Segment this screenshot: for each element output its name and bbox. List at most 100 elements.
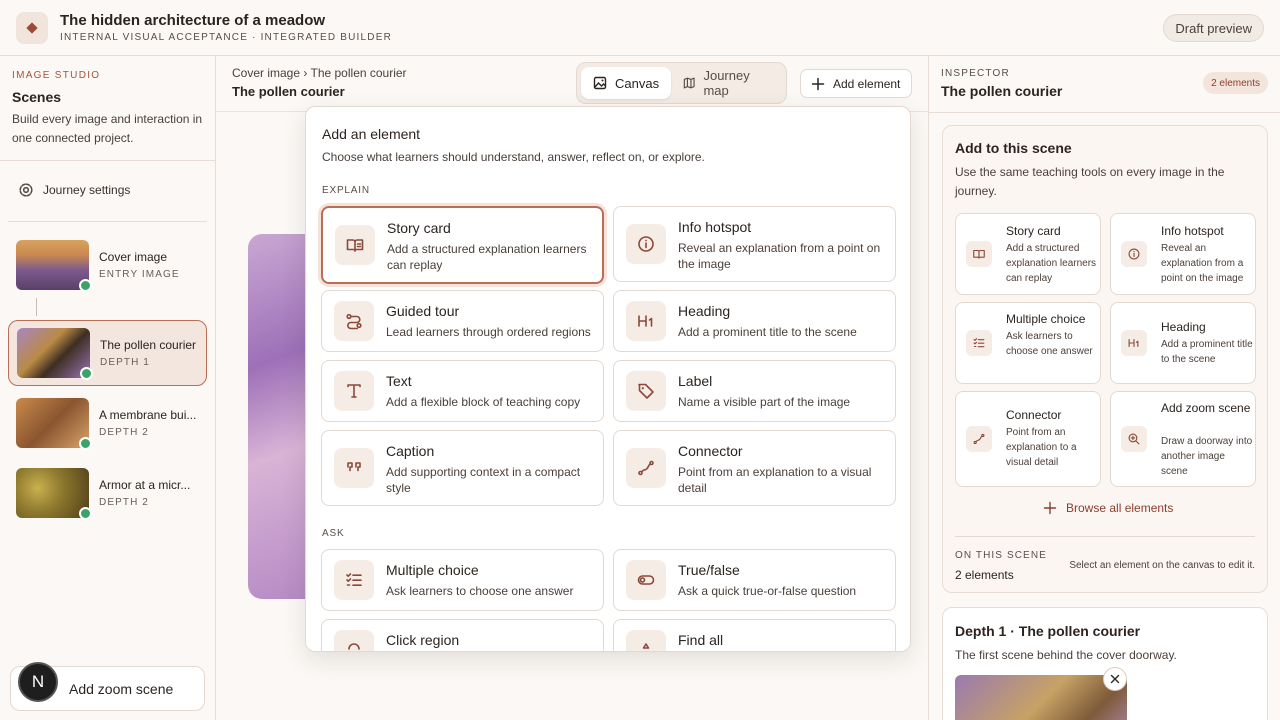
status-dot: [80, 367, 93, 380]
quick-add-connector[interactable]: Connector Point from an explanation to a…: [955, 391, 1101, 487]
quick-add-heading[interactable]: Heading Add a prominent title to the sce…: [1110, 302, 1256, 384]
option-name: Info hotspot: [678, 219, 752, 235]
option-name: True/false: [678, 562, 740, 578]
zoom-in-icon: [1121, 426, 1147, 452]
status-dot: [79, 437, 92, 450]
pointer-icon: [334, 630, 374, 651]
element-option-find-all[interactable]: Find all: [613, 619, 896, 651]
list-check-icon: [334, 560, 374, 600]
breadcrumb-parent[interactable]: Cover image: [232, 66, 300, 80]
scene-depth: DEPTH 2: [99, 497, 149, 508]
on-scene-hint: Select an element on the canvas to edit …: [1069, 560, 1255, 571]
scene-thumbnail: [16, 468, 92, 520]
scene-name: The pollen courier: [100, 338, 197, 352]
option-description: Add a structured explanation learners ca…: [387, 242, 587, 272]
text-icon: [334, 371, 374, 411]
option-description: Add a flexible block of teaching copy: [386, 395, 581, 409]
option-name: Connector: [678, 443, 743, 459]
scene-canvas-image[interactable]: [248, 234, 308, 599]
option-description: Add supporting context in a compact styl…: [386, 465, 581, 495]
divider: [0, 160, 215, 161]
element-option-connector[interactable]: Connector Point from an explanation to a…: [613, 430, 896, 506]
option-description: Name a visible part of the image: [678, 395, 851, 409]
element-option-story-card[interactable]: Story card Add a structured explanation …: [321, 206, 604, 284]
close-icon[interactable]: [1103, 667, 1127, 691]
quick-add-zoom-scene[interactable]: Add zoom scene Draw a doorway into anoth…: [1110, 391, 1256, 487]
scene-thumbnail: [17, 328, 93, 380]
scene-item-armor[interactable]: Armor at a micr... DEPTH 2: [8, 460, 207, 526]
option-description: Point from an explanation to a visual de…: [678, 465, 872, 495]
quick-add-multiple-choice[interactable]: Multiple choice Ask learners to choose o…: [955, 302, 1101, 384]
on-scene-count: 2 elements: [955, 568, 1014, 582]
element-option-guided-tour[interactable]: Guided tour Lead learners through ordere…: [321, 290, 604, 352]
quick-add-name: Multiple choice: [1006, 312, 1086, 326]
gear-icon: [19, 183, 33, 197]
journey-settings-button[interactable]: Journey settings: [18, 182, 130, 198]
view-switcher: Canvas Journey map: [576, 62, 787, 104]
inspector-label: INSPECTOR: [941, 68, 1010, 79]
inspector-title: The pollen courier: [941, 83, 1063, 99]
quote-icon: [334, 448, 374, 488]
connector-icon: [626, 448, 666, 488]
plus-icon: [1043, 501, 1057, 515]
element-option-true-false[interactable]: True/false Ask a quick true-or-false que…: [613, 549, 896, 611]
scene-item-pollen-courier[interactable]: The pollen courier DEPTH 1: [8, 320, 207, 386]
element-option-multiple-choice[interactable]: Multiple choice Ask learners to choose o…: [321, 549, 604, 611]
quick-add-info-hotspot[interactable]: Info hotspot Reveal an explanation from …: [1110, 213, 1256, 295]
quick-add-description: Add a structured explanation learners ca…: [1006, 243, 1097, 284]
draft-preview-button[interactable]: Draft preview: [1163, 14, 1264, 42]
breadcrumb: Cover image › The pollen courier: [232, 66, 407, 80]
connector-icon: [966, 426, 992, 452]
user-avatar[interactable]: N: [18, 662, 58, 702]
scene-thumbnail: [16, 398, 92, 450]
option-description: Reveal an explanation from a point on th…: [678, 241, 881, 271]
status-dot: [79, 279, 92, 292]
element-option-caption[interactable]: Caption Add supporting context in a comp…: [321, 430, 604, 506]
breadcrumb-separator: ›: [303, 66, 308, 80]
scene-item-membrane[interactable]: A membrane bui... DEPTH 2: [8, 390, 207, 456]
quick-add-story-card[interactable]: Story card Add a structured explanation …: [955, 213, 1101, 295]
element-option-click-region[interactable]: Click region: [321, 619, 604, 651]
option-name: Guided tour: [386, 303, 460, 319]
info-icon: [1121, 241, 1147, 267]
quick-add-name: Heading: [1161, 320, 1206, 334]
scene-name: Armor at a micr...: [99, 478, 191, 492]
scene-item-cover[interactable]: Cover image ENTRY IMAGE: [8, 232, 207, 298]
element-option-text[interactable]: Text Add a flexible block of teaching co…: [321, 360, 604, 422]
quick-add-name: Story card: [1006, 224, 1061, 238]
tab-journey-map[interactable]: Journey map: [671, 67, 782, 99]
browse-all-elements-button[interactable]: Browse all elements: [1043, 501, 1173, 515]
tab-canvas[interactable]: Canvas: [581, 67, 672, 99]
option-name: Caption: [386, 443, 435, 459]
scene-depth: DEPTH 1: [100, 357, 150, 368]
scene-name: Cover image: [99, 250, 168, 264]
app-logo[interactable]: [16, 12, 48, 44]
element-option-label[interactable]: Label Name a visible part of the image: [613, 360, 896, 422]
add-element-label: Add element: [833, 76, 901, 91]
scene-detail-title: Depth 1 · The pollen courier: [955, 623, 1141, 639]
quick-add-name: Connector: [1006, 408, 1062, 422]
add-element-button[interactable]: Add element: [800, 69, 912, 98]
add-to-scene-panel: Add to this scene Use the same teaching …: [942, 125, 1268, 593]
quick-add-name: Add zoom scene: [1161, 401, 1251, 415]
section-explain: EXPLAIN: [322, 185, 370, 196]
quick-add-description: Point from an explanation to a visual de…: [1006, 427, 1077, 468]
panel-description: Use the same teaching tools on every ima…: [955, 165, 1225, 198]
option-description: Ask learners to choose one answer: [386, 584, 574, 598]
element-option-info-hotspot[interactable]: Info hotspot Reveal an explanation from …: [613, 206, 896, 282]
tab-label: Canvas: [615, 75, 660, 91]
scene-thumbnail: [16, 240, 92, 292]
section-ask: ASK: [322, 528, 345, 539]
quick-add-description: Ask learners to choose one answer: [1006, 331, 1093, 357]
option-name: Text: [386, 373, 412, 389]
option-name: Find all: [678, 632, 724, 648]
element-option-heading[interactable]: Heading Add a prominent title to the sce…: [613, 290, 896, 352]
search-icon: [626, 630, 666, 651]
scene-depth: ENTRY IMAGE: [99, 269, 180, 280]
route-icon: [334, 301, 374, 341]
quick-add-description: Draw a doorway into another image scene: [1161, 436, 1253, 477]
map-icon: [683, 77, 695, 89]
top-bar: The hidden architecture of a meadow INTE…: [0, 0, 1280, 56]
option-name: Label: [678, 373, 713, 389]
quick-add-description: Reveal an explanation from a point on th…: [1161, 243, 1244, 284]
